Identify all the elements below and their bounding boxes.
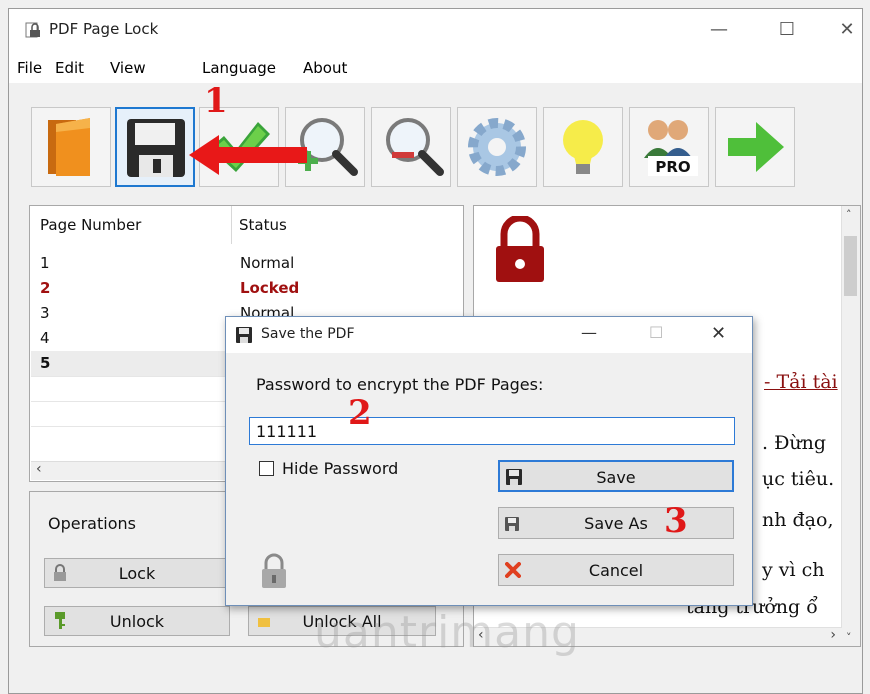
- dialog-save-label: Save: [596, 468, 636, 487]
- app-lock-icon: [25, 22, 40, 38]
- column-header-page[interactable]: Page Number: [40, 216, 141, 234]
- dialog-save-as-button[interactable]: Save As: [498, 507, 734, 539]
- dialog-save-button[interactable]: Save: [498, 460, 734, 492]
- dialog-cancel-label: Cancel: [588, 561, 644, 580]
- dialog-close-button[interactable]: ✕: [711, 323, 726, 344]
- menu-about[interactable]: About: [303, 59, 347, 77]
- gear-icon: [468, 118, 526, 176]
- pro-badge: PRO: [655, 158, 690, 176]
- operations-title: Operations: [48, 514, 136, 533]
- menu-edit[interactable]: Edit: [55, 59, 84, 77]
- minimize-button[interactable]: —: [701, 17, 737, 43]
- pro-users-icon: PRO: [644, 120, 698, 176]
- folder-icon: [48, 118, 90, 176]
- page-number-cell: 3: [40, 304, 50, 322]
- dialog-minimize-button[interactable]: —: [581, 323, 597, 342]
- watermark: uantrimang: [314, 607, 580, 658]
- title-bar: PDF Page Lock — ☐ ✕: [9, 9, 862, 51]
- floppy-save-icon: [127, 119, 185, 177]
- annotation-step-2: 2: [348, 393, 372, 433]
- annotation-arrow-icon: [189, 135, 307, 175]
- page-number-cell: 2: [40, 279, 51, 297]
- password-input[interactable]: [249, 417, 735, 445]
- next-arrow-icon: [728, 122, 784, 172]
- scroll-down-icon[interactable]: ˅: [846, 631, 852, 644]
- preview-text-line: . Đừng: [762, 432, 827, 454]
- open-button[interactable]: [31, 107, 111, 187]
- next-button[interactable]: [715, 107, 795, 187]
- window-title: PDF Page Lock: [49, 20, 159, 38]
- page-number-cell: 5: [40, 354, 51, 372]
- preview-link[interactable]: - Tải tài: [764, 371, 838, 393]
- table-row[interactable]: 2 Locked: [31, 276, 463, 301]
- lock-label: Lock: [118, 564, 156, 583]
- unlock-button[interactable]: Unlock: [44, 606, 230, 636]
- scroll-up-icon[interactable]: ˄: [846, 208, 852, 221]
- settings-button[interactable]: [457, 107, 537, 187]
- column-header-status[interactable]: Status: [239, 216, 287, 234]
- page-number-cell: 4: [40, 329, 50, 347]
- lock-button[interactable]: Lock: [44, 558, 230, 588]
- locked-page-icon: [496, 216, 544, 282]
- toolbar: PRO 1: [9, 81, 862, 203]
- column-divider: [231, 206, 232, 244]
- page-number-cell: 1: [40, 254, 50, 272]
- hide-password-checkbox[interactable]: [259, 461, 274, 476]
- hide-password-label[interactable]: Hide Password: [282, 459, 398, 478]
- floppy-icon: [236, 327, 252, 343]
- menu-bar: File Edit View Language About: [9, 51, 862, 83]
- preview-text-line: y vì ch: [762, 559, 825, 581]
- save-dialog: Save the PDF — ☐ ✕ Password to encrypt t…: [225, 316, 753, 606]
- annotation-step-3: 3: [664, 501, 688, 541]
- table-row[interactable]: 1 Normal: [31, 251, 463, 276]
- zoom-out-button[interactable]: [371, 107, 451, 187]
- maximize-button[interactable]: ☐: [769, 17, 805, 43]
- dialog-maximize-button[interactable]: ☐: [649, 323, 663, 342]
- close-button[interactable]: ✕: [829, 17, 865, 43]
- scroll-right-icon[interactable]: ›: [830, 627, 836, 643]
- dialog-cancel-button[interactable]: Cancel: [498, 554, 734, 586]
- menu-file[interactable]: File: [17, 59, 42, 77]
- tips-button[interactable]: [543, 107, 623, 187]
- status-cell: Normal: [240, 254, 295, 272]
- menu-language[interactable]: Language: [202, 59, 276, 77]
- annotation-step-1: 1: [204, 81, 228, 121]
- dialog-title: Save the PDF: [261, 326, 355, 342]
- preview-vertical-scrollbar[interactable]: ˄ ˅: [841, 206, 860, 646]
- zoom-out-icon: [386, 118, 444, 176]
- status-cell: Locked: [240, 279, 300, 297]
- pro-button[interactable]: PRO: [629, 107, 709, 187]
- padlock-icon: [262, 553, 286, 588]
- dialog-save-as-label: Save As: [584, 514, 648, 533]
- scroll-thumb[interactable]: [844, 236, 857, 296]
- preview-text-line: ục tiêu.: [762, 468, 835, 490]
- preview-text-line: nh đạo,: [762, 509, 834, 531]
- lightbulb-icon: [563, 120, 603, 174]
- unlock-label: Unlock: [109, 612, 165, 631]
- scroll-left-icon[interactable]: ‹: [36, 461, 42, 477]
- password-prompt: Password to encrypt the PDF Pages:: [256, 375, 544, 394]
- dialog-title-bar: Save the PDF — ☐ ✕: [226, 317, 752, 353]
- save-button[interactable]: [115, 107, 195, 187]
- menu-view[interactable]: View: [110, 59, 146, 77]
